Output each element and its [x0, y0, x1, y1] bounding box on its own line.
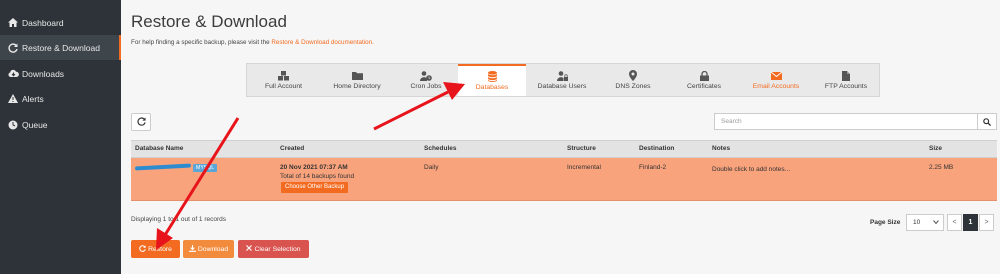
tab-email-accounts[interactable]: Email Accounts: [740, 64, 812, 96]
refresh-icon: [139, 244, 146, 254]
search-input[interactable]: [714, 113, 979, 130]
clock-icon: [7, 120, 19, 130]
table-row[interactable]: MYSQL 20 Nov 2021 07:37 AM Total of 14 b…: [131, 158, 997, 201]
download-button[interactable]: Download: [183, 240, 234, 258]
size-cell: 2.25 MB: [929, 164, 954, 171]
tab-home-directory[interactable]: Home Directory: [320, 64, 394, 96]
tab-cron-jobs[interactable]: Cron Jobs: [394, 64, 458, 96]
sidebar-item-label: Queue: [22, 119, 48, 130]
help-text: For help finding a specific backup, plea…: [131, 39, 374, 46]
created-date: 20 Nov 2021 07:37 AM: [280, 164, 348, 171]
tab-full-account[interactable]: Full Account: [247, 64, 320, 96]
tab-label: Full Account: [264, 83, 303, 90]
user-clock-icon: [420, 70, 432, 81]
home-icon: [7, 18, 19, 27]
sidebar: Dashboard Restore & Download Downloads A…: [0, 0, 121, 274]
warning-icon: [7, 94, 19, 103]
table-header: Database Name Created Schedules Structur…: [131, 140, 997, 158]
sidebar-item-queue[interactable]: Queue: [0, 112, 121, 137]
prev-page-button[interactable]: <: [947, 214, 962, 231]
refresh-icon: [136, 113, 146, 131]
map-marker-icon: [629, 70, 637, 81]
cloud-download-icon: [7, 69, 19, 78]
sidebar-item-alerts[interactable]: Alerts: [0, 86, 121, 111]
tab-label: DNS Zones: [615, 83, 651, 90]
download-icon: [188, 244, 196, 254]
column-header[interactable]: Structure: [567, 145, 596, 152]
search-icon: [983, 113, 992, 131]
documentation-link[interactable]: Restore & Download documentation.: [271, 39, 374, 46]
tab-label: Email Accounts: [752, 83, 800, 90]
database-icon: [487, 71, 497, 82]
refresh-button[interactable]: [131, 113, 151, 131]
tab-label: Database Users: [537, 83, 587, 90]
tab-ftp-accounts[interactable]: FTP Accounts: [812, 64, 880, 96]
db-type-badge: MYSQL: [193, 164, 218, 172]
column-header[interactable]: Notes: [712, 145, 730, 152]
envelope-icon: [770, 70, 782, 81]
column-header[interactable]: Created: [280, 145, 304, 152]
notes-cell[interactable]: Double click to add notes...: [712, 166, 790, 173]
tab-label: Cron Jobs: [410, 83, 442, 90]
schedule-cell: Daily: [424, 164, 439, 171]
page-size-value: 10: [913, 219, 921, 226]
clear-label: Clear Selection: [254, 245, 301, 253]
column-header[interactable]: Schedules: [424, 145, 457, 152]
sidebar-item-label: Alerts: [22, 93, 44, 104]
tab-label: Certificates: [687, 83, 721, 90]
clear-selection-button[interactable]: Clear Selection: [238, 240, 309, 258]
lock-icon: [699, 70, 709, 81]
structure-cell: Incremental: [567, 164, 601, 171]
sidebar-item-dashboard[interactable]: Dashboard: [0, 10, 121, 35]
close-icon: [246, 245, 253, 253]
page-title: Restore & Download: [131, 12, 287, 31]
tab-dns-zones[interactable]: DNS Zones: [598, 64, 668, 96]
backups-count: Total of 14 backups found: [280, 173, 355, 180]
restore-button[interactable]: Restore: [131, 240, 180, 258]
tab-certificates[interactable]: Certificates: [668, 64, 740, 96]
download-label: Download: [197, 245, 229, 253]
main-content: Restore & Download For help finding a sp…: [121, 0, 1000, 274]
restore-label: Restore: [148, 245, 172, 253]
backups-table: Database Name Created Schedules Structur…: [131, 140, 997, 201]
column-header[interactable]: Size: [929, 145, 942, 152]
page-size-select[interactable]: 10: [906, 214, 944, 231]
tab-database-users[interactable]: Database Users: [526, 64, 598, 96]
sidebar-item-downloads[interactable]: Downloads: [0, 61, 121, 86]
sidebar-item-label: Downloads: [22, 68, 65, 79]
tab-databases[interactable]: Databases: [458, 64, 526, 96]
sidebar-item-label: Dashboard: [22, 17, 64, 28]
page-1-button[interactable]: 1: [963, 214, 978, 231]
chevron-down-icon: [933, 219, 939, 227]
search-button[interactable]: [977, 113, 997, 130]
choose-other-backup-button[interactable]: Choose Other Backup: [281, 182, 349, 193]
page-size-label: Page Size: [870, 219, 901, 226]
user-lock-icon: [556, 70, 568, 81]
next-page-button[interactable]: >: [979, 214, 994, 231]
tab-label: Home Directory: [333, 83, 381, 90]
folder-icon: [351, 70, 363, 81]
backup-type-tabs: Full Account Home Directory Cron Jobs Da…: [246, 63, 880, 97]
records-info: Displaying 1 to 1 out of 1 records: [131, 216, 227, 223]
tab-label: Databases: [475, 84, 509, 91]
column-header[interactable]: Destination: [639, 145, 674, 152]
column-header[interactable]: Database Name: [135, 145, 183, 152]
cubes-icon: [278, 70, 289, 81]
refresh-icon: [7, 42, 19, 53]
sidebar-item-label: Restore & Download: [22, 42, 100, 53]
help-prefix: For help finding a specific backup, plea…: [131, 39, 272, 46]
file-icon: [842, 70, 850, 81]
tab-label: FTP Accounts: [824, 83, 868, 90]
sidebar-item-restore-download[interactable]: Restore & Download: [0, 35, 121, 60]
destination-cell: Finland-2: [639, 164, 667, 171]
redacted-database-name: [134, 163, 192, 171]
